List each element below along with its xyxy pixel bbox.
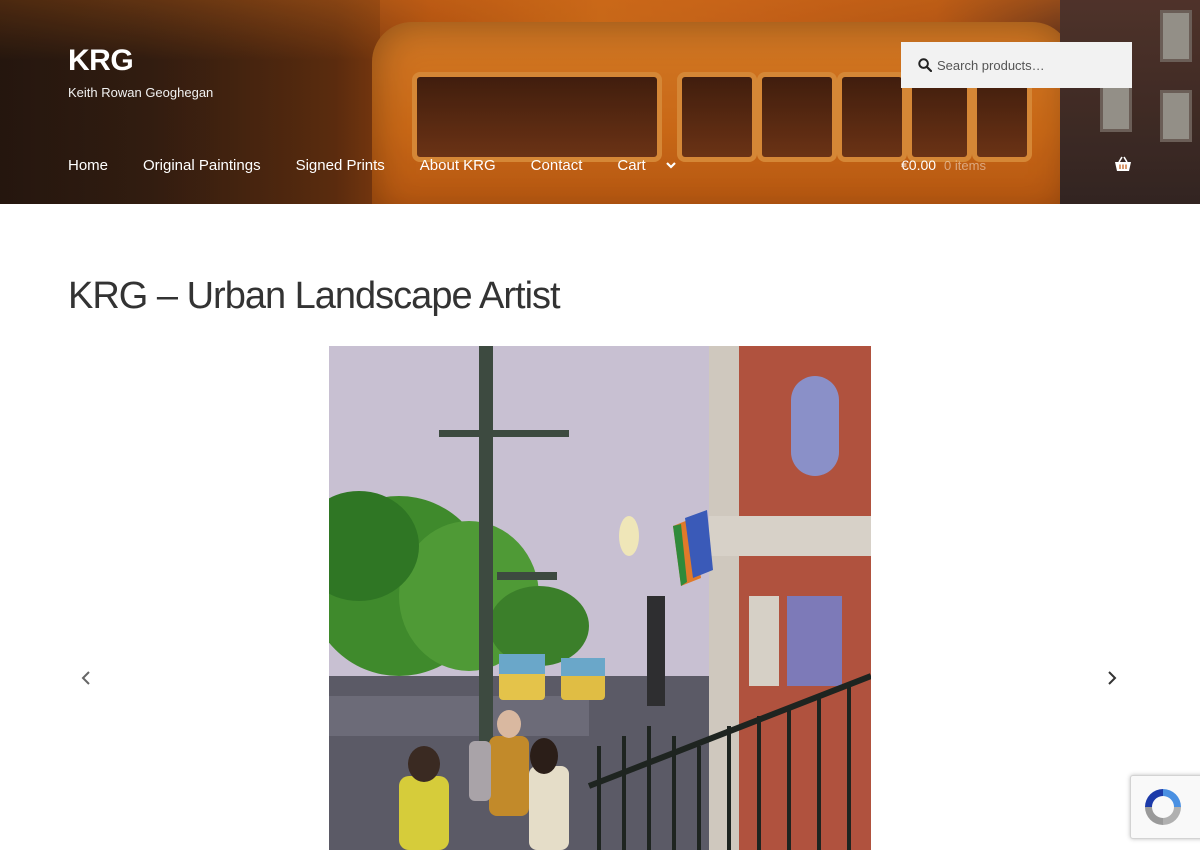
chevron-left-icon[interactable] — [78, 668, 94, 688]
basket-icon — [1115, 156, 1131, 171]
page-title: KRG – Urban Landscape Artist — [68, 275, 561, 317]
search-form — [901, 42, 1132, 88]
recaptcha-badge[interactable] — [1130, 775, 1200, 839]
site-header: KRG Keith Rowan Geoghegan Home Original … — [0, 0, 1200, 204]
search-icon — [918, 58, 932, 72]
nav-item-home[interactable]: Home — [68, 157, 108, 174]
cart-amount: €0.00 — [901, 157, 937, 173]
header-cart[interactable]: €0.00 0 items — [901, 152, 1132, 178]
nav-item-original-paintings[interactable]: Original Paintings — [143, 157, 261, 174]
painting-image — [329, 346, 871, 850]
nav-item-cart-label: Cart — [617, 156, 646, 174]
nav-item-cart[interactable]: Cart — [617, 157, 677, 174]
chevron-down-icon[interactable] — [664, 158, 678, 172]
nav-item-signed-prints[interactable]: Signed Prints — [296, 157, 385, 174]
cart-count: 0 items — [944, 157, 986, 173]
recaptcha-icon — [1145, 789, 1181, 825]
primary-navigation: Home Original Paintings Signed Prints Ab… — [68, 150, 713, 180]
nav-item-contact[interactable]: Contact — [531, 157, 583, 174]
site-description: Keith Rowan Geoghegan — [68, 85, 214, 100]
slide-painting[interactable] — [329, 346, 871, 850]
search-input[interactable] — [937, 42, 1127, 88]
chevron-right-icon[interactable] — [1104, 668, 1120, 688]
image-slider — [68, 346, 1132, 850]
nav-item-about[interactable]: About KRG — [420, 157, 496, 174]
site-title[interactable]: KRG — [68, 44, 134, 78]
